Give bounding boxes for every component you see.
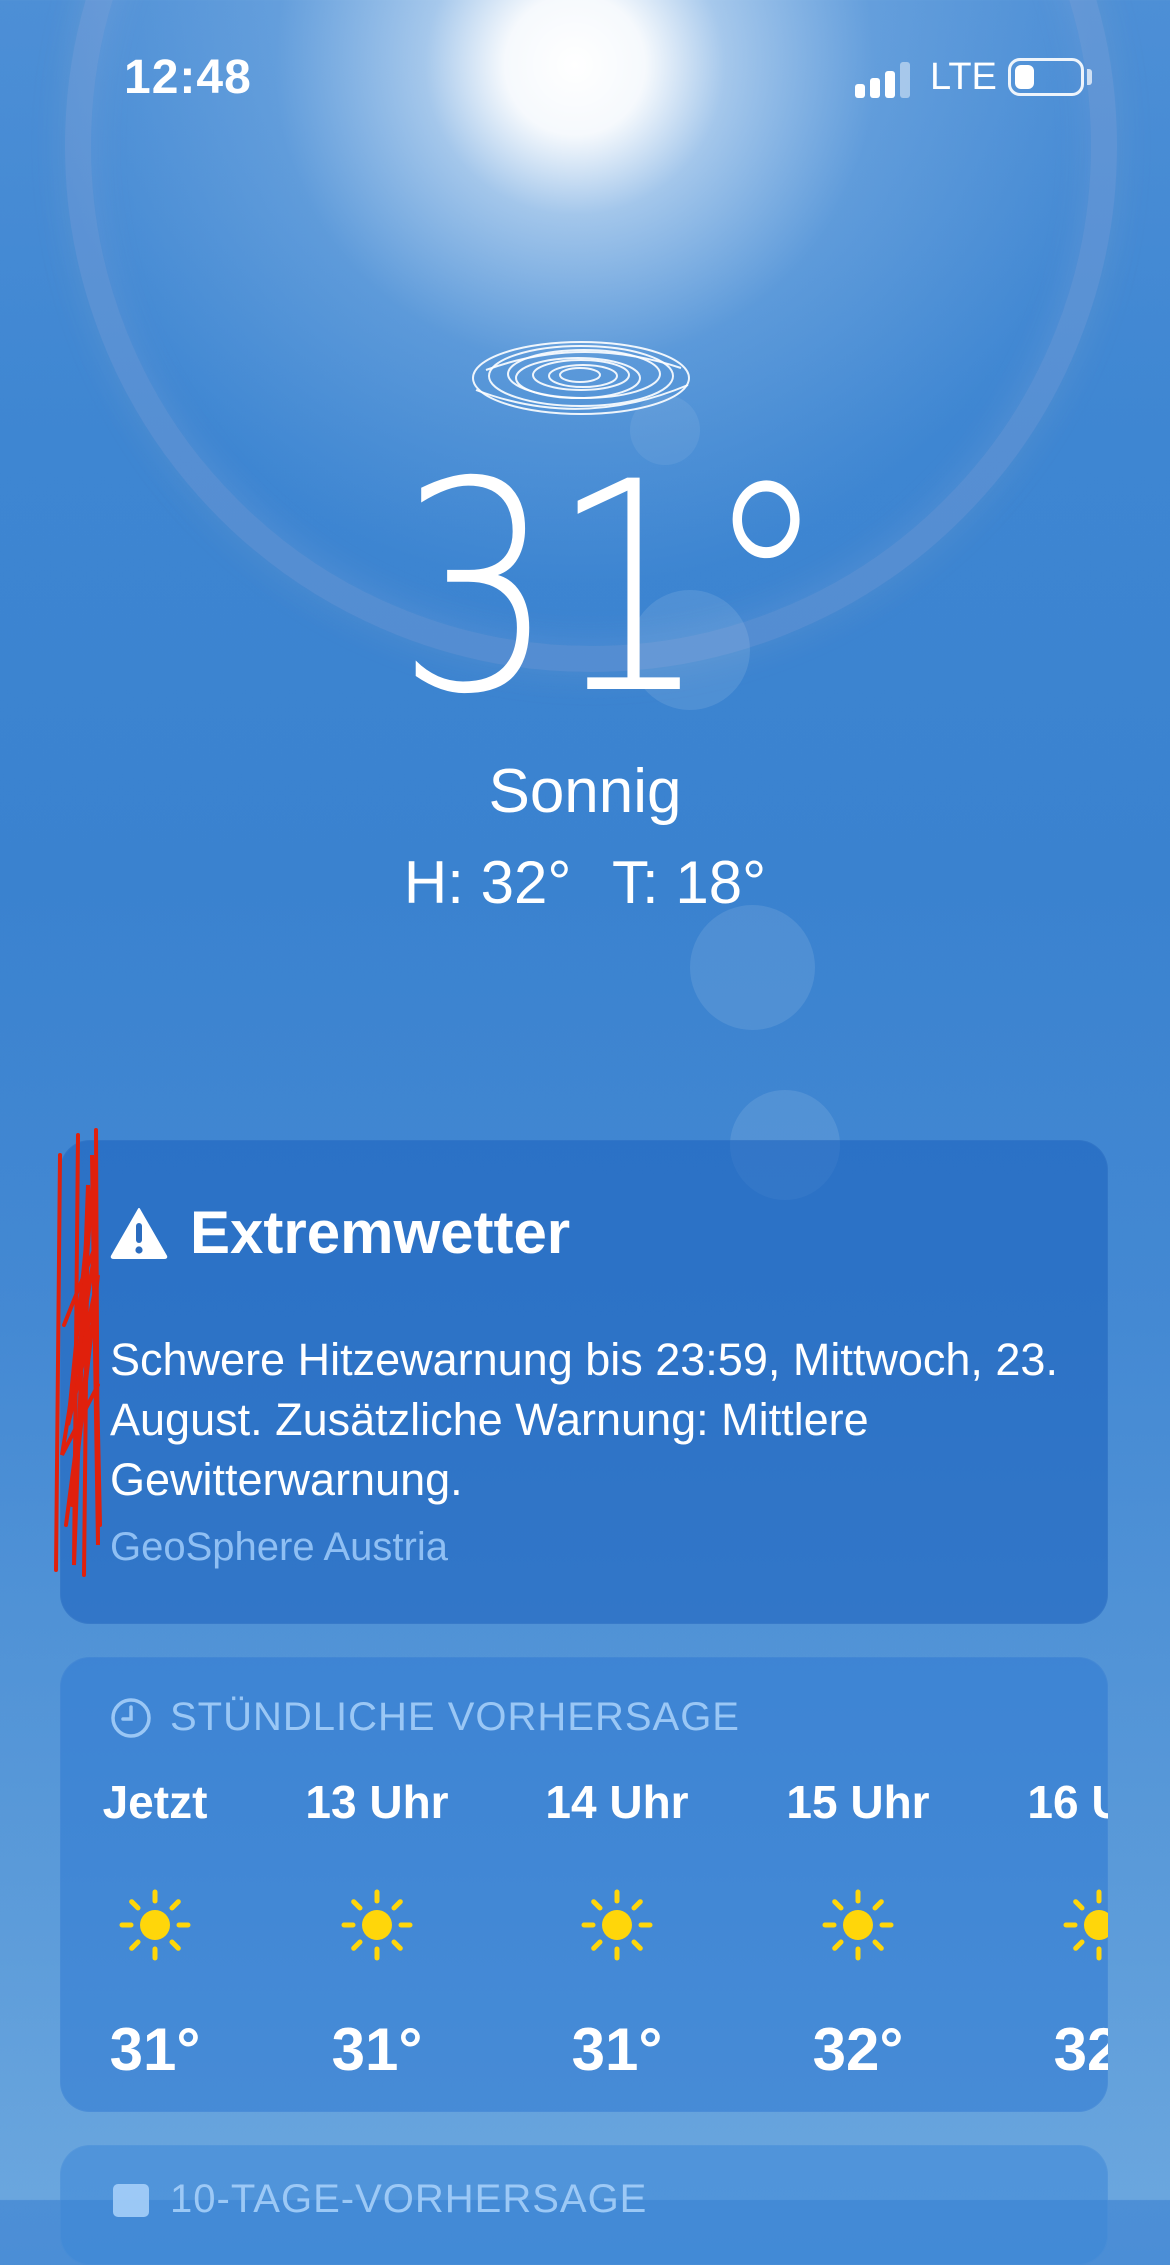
hourly-scroll-area[interactable]: STÜNDLICHE VORHERSAGE Jetzt 31° 13 Uhr 31° 1… bbox=[60, 1657, 1108, 2112]
sun-icon bbox=[579, 1887, 655, 1963]
current-temperature: 31° bbox=[0, 440, 1170, 740]
lens-flare bbox=[690, 905, 815, 1030]
hourly-temperature: 31° bbox=[571, 2016, 663, 2083]
alert-description: Schwere Hitzewarnung bis 23:59, Mittwoch… bbox=[110, 1334, 1058, 1505]
battery-level bbox=[1015, 65, 1034, 89]
hourly-item: 16 Uhr 32° bbox=[1004, 1775, 1108, 2084]
hourly-forecast-title: STÜNDLICHE VORHERSAGE bbox=[170, 1695, 740, 1739]
hourly-time: 14 Uhr bbox=[545, 1776, 689, 1828]
alert-header: Extremwetter bbox=[110, 1198, 570, 1267]
hourly-time: 16 Uhr bbox=[1027, 1776, 1108, 1828]
status-bar: 12:48 LTE bbox=[0, 0, 1170, 150]
hourly-item: 13 Uhr 31° bbox=[282, 1775, 472, 2084]
low-temperature: T: 18° bbox=[612, 849, 767, 916]
severe-weather-card[interactable]: Extremwetter Schwere Hitzewarnung bis 23… bbox=[60, 1140, 1108, 1624]
high-low-temperatures: H: 32° T: 18° bbox=[0, 848, 1170, 917]
battery-icon bbox=[1008, 58, 1084, 96]
daily-forecast-card[interactable]: 10-TAGE-VORHERSAGE bbox=[60, 2145, 1108, 2265]
hourly-time: 13 Uhr bbox=[305, 1776, 449, 1828]
hourly-time: Jetzt bbox=[102, 1776, 208, 1828]
hourly-temperature: 32° bbox=[812, 2016, 904, 2083]
network-type: LTE bbox=[930, 56, 997, 98]
red-scribble-mark bbox=[54, 1128, 102, 1577]
status-time: 12:48 bbox=[124, 51, 252, 104]
hourly-temperature: 32° bbox=[1053, 2016, 1108, 2083]
sun-icon bbox=[339, 1887, 415, 1963]
hourly-forecast-card[interactable]: STÜNDLICHE VORHERSAGE Jetzt 31° 13 Uhr 31° 1… bbox=[60, 1657, 1108, 2112]
scribble-mark bbox=[472, 341, 690, 415]
hourly-temperature: 31° bbox=[331, 2016, 423, 2083]
weather-condition: Sonnig bbox=[488, 757, 682, 826]
hourly-item: 15 Uhr 32° bbox=[763, 1775, 953, 2084]
high-temperature: H: 32° bbox=[403, 849, 572, 916]
hourly-item: 14 Uhr 31° bbox=[522, 1775, 712, 2084]
clock-icon bbox=[111, 1697, 151, 1738]
sun-icon bbox=[117, 1887, 193, 1963]
battery-tip bbox=[1087, 69, 1092, 85]
hourly-temperature: 31° bbox=[109, 2016, 201, 2083]
hourly-item: Jetzt 31° bbox=[60, 1775, 250, 2084]
warning-triangle-icon bbox=[110, 1207, 168, 1259]
alert-title: Extremwetter bbox=[190, 1199, 571, 1266]
hourly-time: 15 Uhr bbox=[786, 1776, 930, 1828]
alert-source[interactable]: GeoSphere Austria bbox=[110, 1525, 448, 1570]
cellular-signal-icon bbox=[855, 58, 915, 98]
current-temperature-value: 31° bbox=[396, 421, 829, 758]
sun-icon bbox=[1061, 1887, 1108, 1963]
sun-icon bbox=[820, 1887, 896, 1963]
hourly-forecast-header: STÜNDLICHE VORHERSAGE bbox=[110, 1695, 740, 1740]
